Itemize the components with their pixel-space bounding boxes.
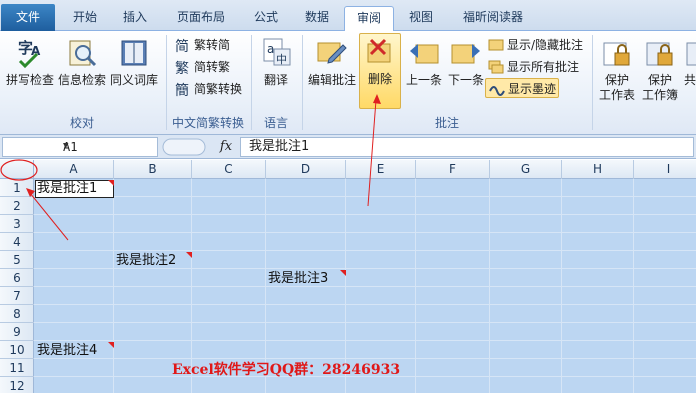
annotation-arrow: [29, 192, 69, 241]
annotation-overlay: [0, 94, 381, 241]
arrowhead-icon: [26, 188, 35, 197]
select-all-highlight-circle: [0, 159, 38, 181]
arrowhead-icon: [373, 94, 381, 104]
annotation-arrow: [367, 99, 377, 207]
